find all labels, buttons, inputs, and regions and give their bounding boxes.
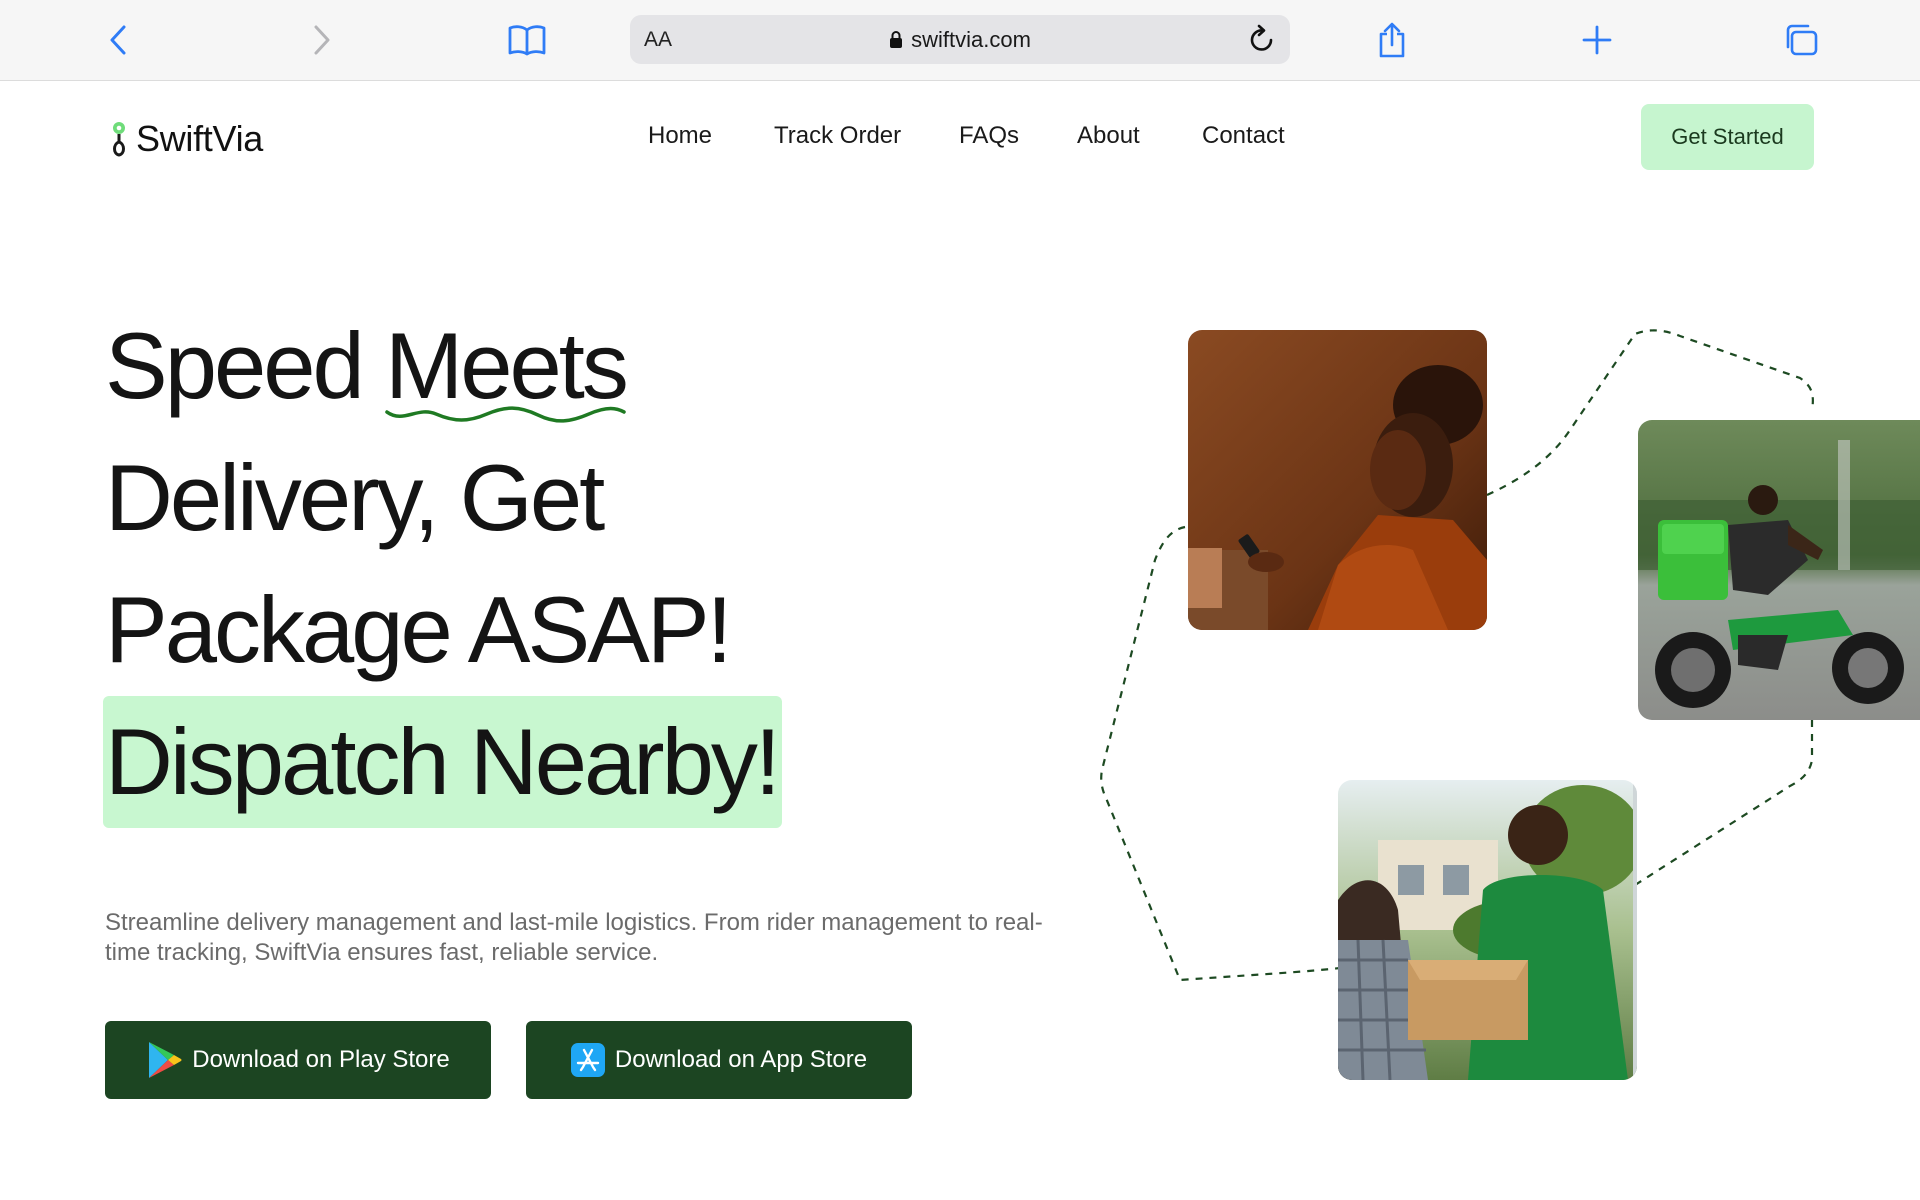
hero-line-3: Package ASAP!	[105, 577, 733, 682]
photo-package-handoff	[1338, 780, 1637, 1080]
hero-line-2: Delivery, Get	[105, 445, 605, 550]
hero-line-4: Dispatch Nearby!	[103, 696, 1005, 828]
nav-link-track-order[interactable]: Track Order	[774, 122, 901, 150]
hero-highlight: Dispatch Nearby!	[103, 696, 782, 828]
motorbike-rider-image	[1638, 420, 1920, 720]
location-pin-logo-icon	[113, 122, 125, 157]
site-header: SwiftVia Home Track Order FAQs About Con…	[0, 82, 1920, 194]
browser-toolbar: AA swiftvia.com	[0, 0, 1920, 81]
reload-button[interactable]	[1246, 23, 1278, 55]
nav-link-home[interactable]: Home	[648, 122, 712, 150]
tab-overview-button[interactable]	[1779, 18, 1823, 62]
hero-line-1: Speed Meets	[105, 300, 1005, 432]
back-chevron-icon	[110, 25, 126, 55]
hero-word-meets: Meets	[385, 300, 629, 432]
new-tab-button[interactable]	[1575, 18, 1619, 62]
url-display[interactable]: swiftvia.com	[630, 15, 1290, 64]
nav-link-about[interactable]: About	[1077, 122, 1140, 150]
logo[interactable]: SwiftVia	[110, 118, 263, 160]
play-store-button[interactable]: Download on Play Store	[105, 1021, 491, 1099]
reload-icon	[1250, 24, 1273, 51]
plus-icon	[1582, 25, 1612, 55]
tabs-icon	[1786, 24, 1818, 56]
forward-button[interactable]	[300, 18, 344, 62]
share-icon	[1379, 22, 1405, 58]
squiggle-underline	[385, 406, 626, 423]
play-store-icon	[149, 1042, 182, 1078]
woman-with-phone-image	[1188, 330, 1487, 630]
back-button[interactable]	[96, 18, 140, 62]
photo-woman-with-phone	[1188, 330, 1487, 630]
url-text: swiftvia.com	[911, 26, 1031, 52]
lock-icon	[890, 31, 903, 48]
photo-motorbike-rider	[1638, 420, 1920, 720]
nav-link-faqs[interactable]: FAQs	[959, 122, 1019, 150]
get-started-button[interactable]: Get Started	[1641, 104, 1814, 170]
forward-chevron-icon	[314, 25, 330, 55]
hero-title: Speed Meets Delivery, Get Package ASAP! …	[103, 300, 1005, 828]
app-store-label: Download on App Store	[614, 1046, 868, 1073]
logo-text: SwiftVia	[136, 118, 263, 159]
address-bar[interactable]: AA swiftvia.com	[630, 15, 1290, 64]
share-button[interactable]	[1370, 18, 1414, 62]
app-store-icon	[570, 1043, 605, 1077]
bookmarks-button[interactable]	[505, 18, 549, 62]
book-icon	[508, 25, 546, 56]
nav-link-contact[interactable]: Contact	[1202, 122, 1285, 150]
app-store-button[interactable]: Download on App Store	[526, 1021, 912, 1099]
play-store-label: Download on Play Store	[192, 1046, 450, 1073]
package-handoff-image	[1338, 780, 1637, 1080]
hero-word-speed: Speed	[105, 313, 365, 418]
hero-description: Streamline delivery management and last-…	[105, 909, 1043, 966]
